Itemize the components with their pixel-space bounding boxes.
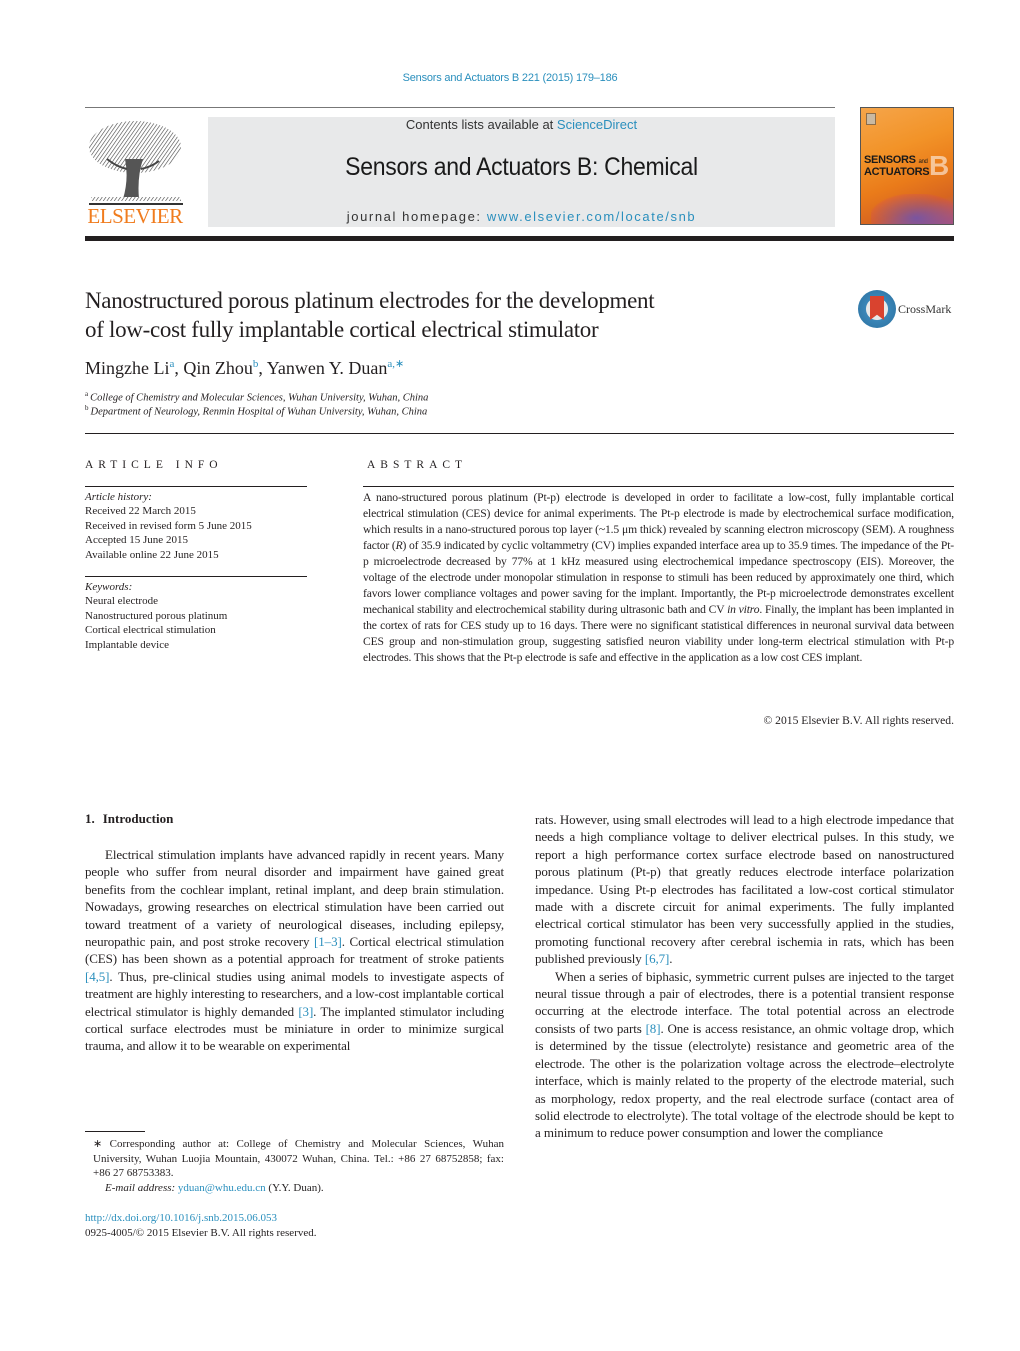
author-affil-mark[interactable]: a [169, 358, 174, 370]
keyword-item: Nanostructured porous platinum [85, 609, 228, 622]
history-received: Received 22 March 2015 [85, 505, 196, 518]
keywords: Keywords: Neural electrode Nanostructure… [85, 580, 307, 652]
cover-emblem-icon [866, 113, 876, 125]
citation-link[interactable]: [1–3] [314, 934, 342, 949]
author-name[interactable]: Yanwen Y. Duan [267, 358, 388, 378]
header-thick-rule [85, 236, 954, 241]
abstract-rule [363, 486, 954, 487]
article-info-rule [85, 486, 307, 487]
author-list: Mingzhe Lia, Qin Zhoub, Yanwen Y. Duana,… [85, 358, 405, 378]
cover-title-line1: SENSORS and [864, 154, 928, 166]
affiliation-a: a College of Chemistry and Molecular Scie… [85, 390, 428, 404]
affil-text: College of Chemistry and Molecular Scien… [90, 392, 429, 404]
intro-paragraph: When a series of biphasic, symmetric cur… [535, 968, 954, 1141]
issn-copyright: 0925-4005/© 2015 Elsevier B.V. All right… [85, 1226, 317, 1239]
journal-citation[interactable]: Sensors and Actuators B 221 (2015) 179–1… [0, 72, 1020, 84]
email-label: E-mail address: [105, 1181, 176, 1194]
intro-paragraph: rats. However, using small electrodes wi… [535, 812, 954, 967]
title-line-1: Nanostructured porous platinum electrode… [85, 288, 655, 313]
section-number: 1. [85, 811, 95, 826]
elsevier-wordmark: ELSEVIER [87, 204, 183, 228]
introduction-heading: 1. Introduction [85, 811, 173, 827]
cover-title-line2: ACTUATORS [864, 166, 930, 178]
section-divider [85, 433, 954, 434]
corresponding-author-text: ∗ Corresponding author at: College of Ch… [93, 1138, 504, 1180]
citation-link[interactable]: [6,7] [645, 951, 670, 966]
intro-paragraph: Electrical stimulation implants have adv… [85, 847, 505, 1054]
affiliation-b: b Department of Neurology, Renmin Hospita… [85, 404, 427, 418]
keyword-item: Neural electrode [85, 595, 158, 608]
author-affil-mark[interactable]: b [253, 358, 259, 370]
history-revised: Received in revised form 5 June 2015 [85, 519, 252, 532]
contents-line: Contents lists available at ScienceDirec… [208, 117, 835, 132]
affil-mark: b [85, 404, 89, 412]
corresponding-author-footnote: ∗ Corresponding author at: College of Ch… [85, 1137, 504, 1195]
intro-right-column: rats. However, using small electrodes wi… [535, 811, 954, 1142]
keyword-item: Cortical electrical stimulation [85, 624, 216, 637]
doi-block: http://dx.doi.org/10.1016/j.snb.2015.06.… [85, 1211, 317, 1240]
elsevier-logo[interactable]: ELSEVIER [85, 117, 185, 229]
author-name[interactable]: Qin Zhou [183, 358, 253, 378]
email-line: E-mail address: yduan@whu.edu.cn (Y.Y. D… [85, 1181, 504, 1196]
cover-letter: B [929, 150, 950, 181]
citation-link[interactable]: [3] [298, 1004, 313, 1019]
elsevier-tree-icon [89, 121, 183, 205]
cover-artwork [871, 194, 953, 224]
affil-mark: a [85, 390, 89, 398]
journal-title: Sensors and Actuators B: Chemical [345, 153, 698, 181]
history-accepted: Accepted 15 June 2015 [85, 534, 188, 547]
citation-link[interactable]: [8] [646, 1021, 661, 1036]
article-history: Article history: Received 22 March 2015 … [85, 490, 307, 562]
article-history-label: Article history: [85, 491, 152, 503]
journal-homepage-link[interactable]: www.elsevier.com/locate/snb [487, 209, 696, 224]
journal-cover-thumbnail[interactable]: B SENSORS and ACTUATORS [860, 107, 954, 225]
author-name[interactable]: Mingzhe Li [85, 358, 169, 378]
homepage-prefix: journal homepage: [346, 209, 487, 224]
crossmark-label: CrossMark [898, 302, 952, 316]
section-title: Introduction [102, 811, 174, 826]
email-link[interactable]: yduan@whu.edu.cn [178, 1182, 266, 1194]
crossmark-badge[interactable]: CrossMark [858, 290, 958, 330]
abstract-copyright: © 2015 Elsevier B.V. All rights reserved… [763, 714, 954, 727]
email-suffix: (Y.Y. Duan). [265, 1181, 324, 1194]
keyword-item: Implantable device [85, 638, 169, 651]
footnote-rule [85, 1131, 145, 1132]
header-rule [85, 107, 835, 108]
author-affil-mark[interactable]: a,∗ [387, 358, 404, 370]
history-online: Available online 22 June 2015 [85, 548, 219, 561]
sciencedirect-link[interactable]: ScienceDirect [557, 117, 637, 132]
title-line-2: of low-cost fully implantable cortical e… [85, 317, 599, 342]
doi-link[interactable]: http://dx.doi.org/10.1016/j.snb.2015.06.… [85, 1212, 277, 1224]
abstract-text: A nano-structured porous platinum (Pt-p)… [363, 491, 955, 664]
keywords-label: Keywords: [85, 581, 133, 593]
abstract-heading: ABSTRACT [367, 459, 468, 471]
article-info-heading: ARTICLE INFO [85, 459, 223, 471]
affil-text: Department of Neurology, Renmin Hospital… [90, 406, 428, 418]
citation-link[interactable]: [4,5] [85, 969, 110, 984]
contents-prefix: Contents lists available at [405, 117, 557, 132]
journal-banner: Contents lists available at ScienceDirec… [208, 117, 835, 227]
keywords-rule [85, 576, 307, 577]
intro-left-column: Electrical stimulation implants have adv… [85, 846, 504, 1055]
homepage-line: journal homepage: www.elsevier.com/locat… [208, 209, 835, 224]
article-title: Nanostructured porous platinum electrode… [85, 286, 805, 344]
